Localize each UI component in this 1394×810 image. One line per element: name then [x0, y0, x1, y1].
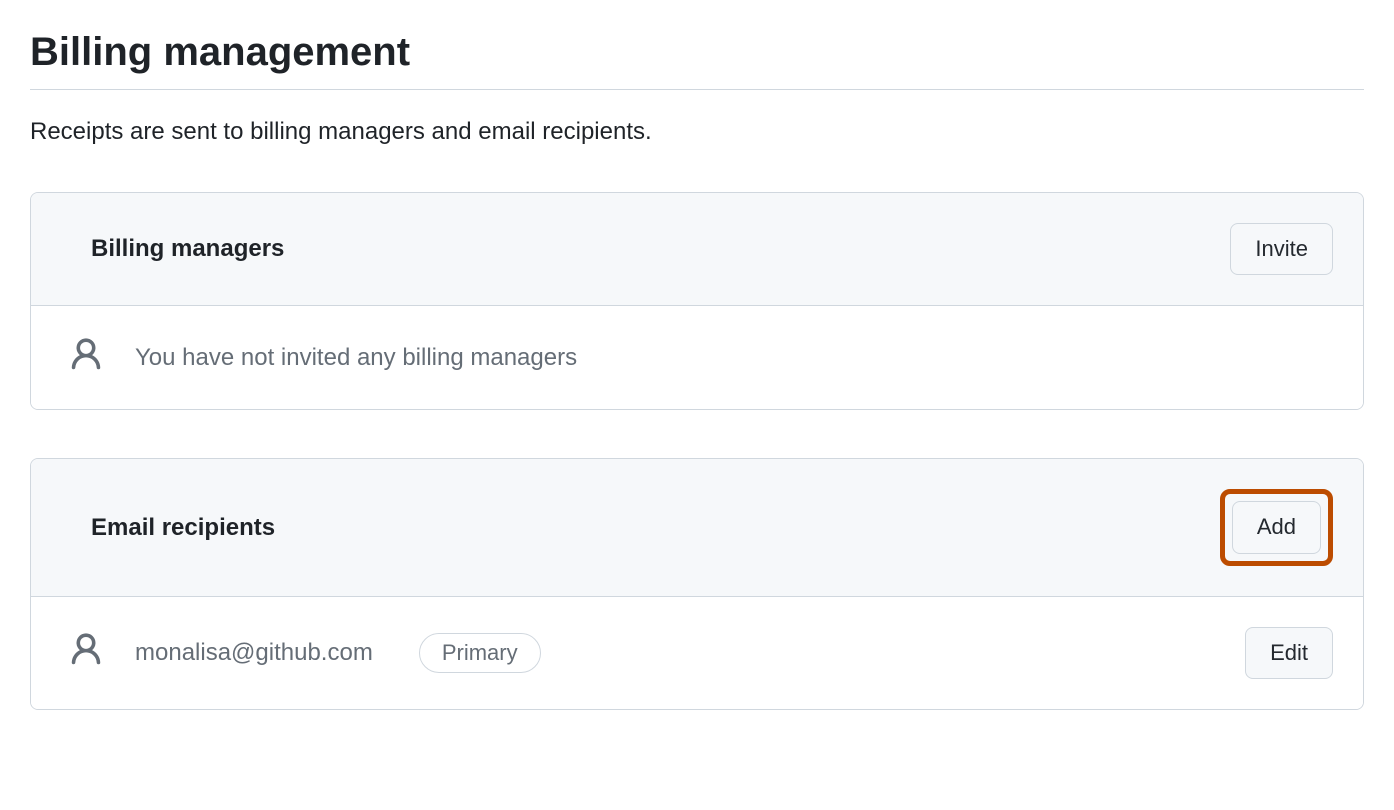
primary-badge: Primary [419, 633, 541, 673]
person-icon [67, 631, 105, 674]
person-icon [67, 336, 105, 379]
email-recipients-header: Email recipients Add [31, 459, 1363, 596]
billing-managers-header: Billing managers Invite [31, 193, 1363, 306]
page-description: Receipts are sent to billing managers an… [30, 118, 1364, 146]
add-button[interactable]: Add [1232, 501, 1321, 553]
email-recipients-heading: Email recipients [91, 514, 275, 542]
invite-button[interactable]: Invite [1230, 223, 1333, 275]
email-recipient-row: monalisa@github.com Primary Edit [31, 597, 1363, 709]
add-button-highlight: Add [1220, 489, 1333, 565]
billing-managers-panel: Billing managers Invite You have not inv… [30, 192, 1364, 410]
recipient-email: monalisa@github.com [135, 639, 373, 667]
billing-managers-heading: Billing managers [91, 235, 284, 263]
billing-managers-empty-text: You have not invited any billing manager… [135, 344, 577, 372]
page-title: Billing management [30, 30, 1364, 90]
billing-managers-body: You have not invited any billing manager… [31, 306, 1363, 409]
email-recipients-panel: Email recipients Add monalisa@github.com… [30, 458, 1364, 710]
edit-button[interactable]: Edit [1245, 627, 1333, 679]
